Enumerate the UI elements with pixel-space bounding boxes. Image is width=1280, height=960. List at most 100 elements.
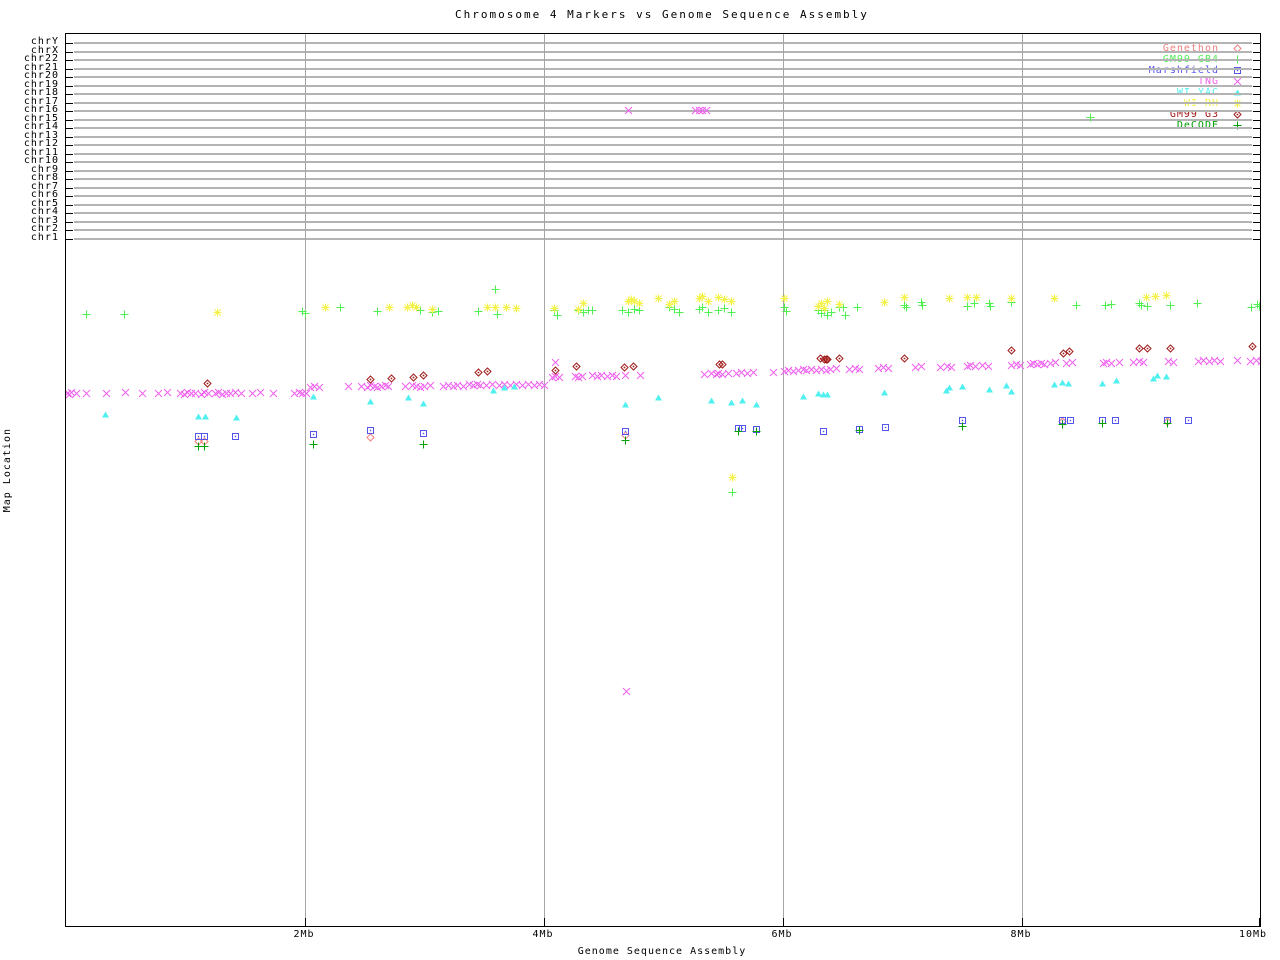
data-point-wi-rh [321, 297, 330, 316]
y-tick-mark [66, 239, 73, 240]
x-tick-label: 4Mb [532, 929, 554, 940]
y-tick-mark [66, 145, 73, 146]
data-point-gm99-gb4 [918, 295, 927, 314]
data-point-wi-yac [489, 380, 498, 399]
data-point-wi-rh [670, 291, 679, 310]
chromosome-gridline [74, 212, 1252, 214]
chromosome-gridline [74, 195, 1252, 197]
data-point-gm99-g3 [1143, 338, 1152, 357]
data-point-wi-rh [780, 288, 789, 307]
y-tick-mark [66, 94, 73, 95]
y-tick-mark [1253, 111, 1260, 112]
data-point-marshfield [1111, 410, 1120, 429]
data-point-gm99-g3 [1007, 340, 1016, 359]
data-point-tng [1233, 350, 1242, 369]
y-tick-mark [66, 188, 73, 189]
y-tick-mark [1253, 52, 1260, 53]
data-point-decode [1058, 414, 1067, 433]
data-point-wi-yac [366, 391, 375, 410]
data-point-tng [237, 383, 246, 402]
mb-gridline [1022, 34, 1023, 926]
y-tick-mark [66, 205, 73, 206]
data-point-wi-rh [704, 291, 713, 310]
chromosome-gridline [74, 93, 1252, 95]
data-point-gm99-g3 [900, 348, 910, 367]
chromosome-gridline [74, 204, 1252, 206]
data-point-tng [855, 359, 864, 378]
y-tick-mark [66, 77, 73, 78]
data-point-decode [752, 421, 761, 440]
data-point-wi-rh [412, 297, 421, 316]
y-tick-mark [66, 154, 73, 155]
data-point-wi-yac [510, 376, 519, 395]
mb-gridline [305, 34, 306, 926]
data-point-decode [734, 421, 743, 440]
data-point-marshfield [819, 421, 828, 440]
data-point-gm99-gb4 [301, 303, 310, 322]
data-point-gm99-g3 [409, 367, 418, 386]
chromosome-gridline [74, 144, 1252, 146]
x-tick-mark [783, 918, 784, 926]
x-axis-title: Genome Sequence Assembly [577, 946, 747, 957]
y-tick-mark [66, 137, 73, 138]
y-tick-mark [66, 222, 73, 223]
y-tick-mark [1253, 154, 1260, 155]
data-point-tng [1257, 351, 1260, 370]
plot-area: GenethonGM99 GB4MarshfieldTNGWI YACWI RH… [65, 33, 1261, 927]
data-point-wi-yac [621, 394, 630, 413]
data-point-wi-rh [823, 291, 832, 310]
data-point-wi-yac [823, 384, 832, 403]
data-point-wi-rh [502, 297, 511, 316]
data-point-gm99-g3 [1248, 336, 1257, 355]
data-point-tng [769, 362, 778, 381]
chromosome-gridline [74, 187, 1252, 189]
data-point-tng [154, 383, 163, 402]
chromosome-gridline [74, 136, 1252, 138]
chart-title: Chromosome 4 Markers vs Genome Sequence … [455, 8, 869, 21]
data-point-wi-yac [1153, 365, 1162, 384]
data-point-wi-rh [654, 288, 663, 307]
data-point-wi-yac [945, 377, 954, 396]
x-tick-mark [1259, 918, 1260, 926]
y-tick-mark [1253, 69, 1260, 70]
y-tick-mark [1253, 145, 1260, 146]
data-point-tng [269, 383, 278, 402]
x-tick-mark [544, 918, 545, 926]
data-point-wi-rh [1162, 285, 1171, 304]
data-point-wi-yac [1098, 373, 1107, 392]
data-point-tng [984, 356, 993, 375]
data-point-marshfield [1184, 410, 1193, 429]
y-tick-mark [1253, 205, 1260, 206]
data-point-decode [1163, 413, 1172, 432]
y-axis-title-text: Map Location [2, 428, 13, 513]
mb-gridline [544, 34, 545, 926]
data-point-wi-yac [654, 387, 663, 406]
data-point-wi-rh [728, 467, 737, 486]
data-point-wi-yac [232, 407, 241, 426]
y-tick-mark [1253, 43, 1260, 44]
data-point-gm99-g3 [619, 357, 629, 376]
y-tick-mark [1253, 137, 1260, 138]
chromosome-gridline [74, 59, 1252, 61]
data-point-wi-yac [201, 406, 210, 425]
data-point-wi-rh [579, 293, 588, 312]
x-tick-label: 2Mb [293, 929, 315, 940]
data-point-gm99-gb4 [1086, 107, 1095, 126]
y-tick-mark [1253, 77, 1260, 78]
chromosome-gridline [74, 238, 1252, 240]
chromosome-gridline [74, 178, 1252, 180]
y-tick-mark [1253, 179, 1260, 180]
data-point-tng [749, 362, 758, 381]
legend-label: DeCODE [1176, 120, 1219, 131]
data-point-wi-yac [799, 386, 808, 405]
x-axis-tick-labels: 2Mb 4Mb 6Mb 8Mb 10Mb [65, 929, 1266, 943]
data-point-decode [200, 436, 209, 455]
data-point-decode [419, 434, 428, 453]
data-point-gm99-gb4 [986, 296, 995, 315]
y-tick-mark [66, 43, 73, 44]
data-point-gm99-g3 [366, 369, 375, 388]
data-point-gm99-gb4 [1107, 294, 1116, 313]
data-point-tng [884, 358, 893, 377]
chromosome-gridline [74, 85, 1252, 87]
data-point-wi-yac [1112, 370, 1121, 389]
